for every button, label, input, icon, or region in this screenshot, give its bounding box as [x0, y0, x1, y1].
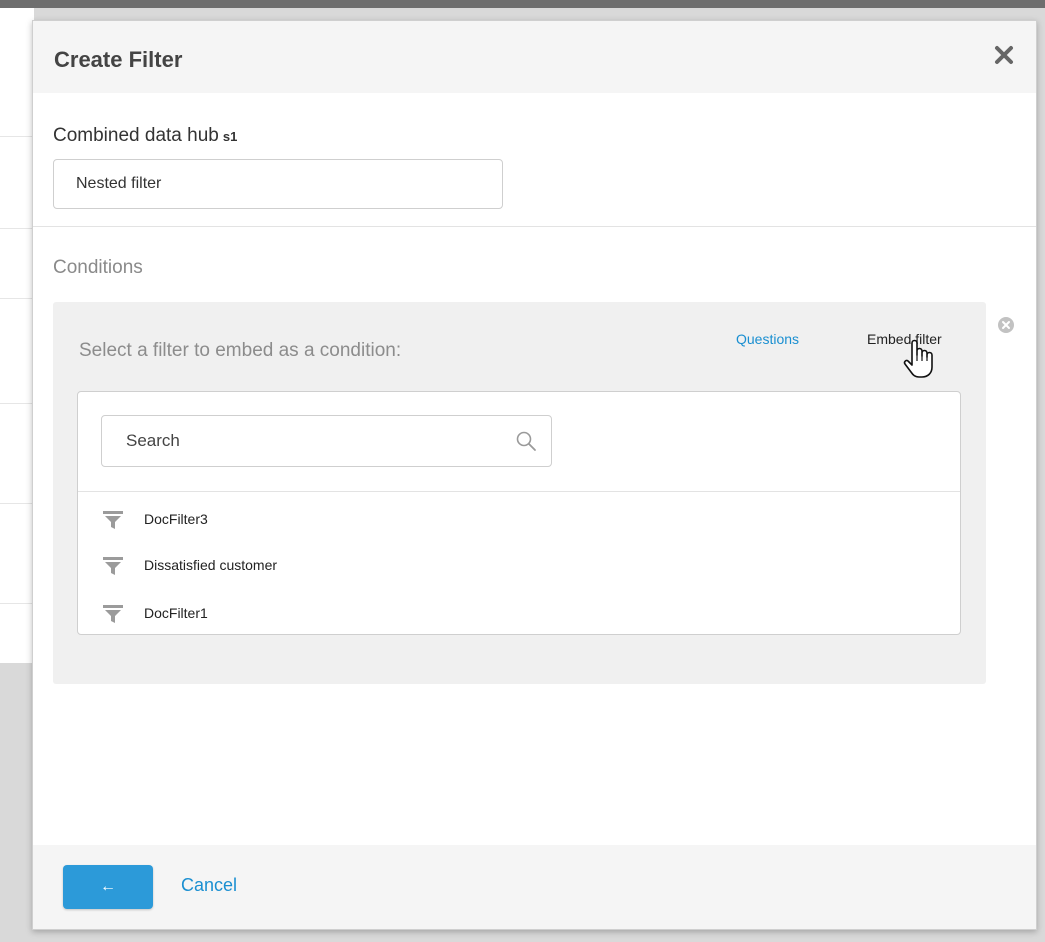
background-row-divider: [0, 136, 34, 137]
filter-list-item[interactable]: DocFilter1: [78, 592, 960, 632]
background-list: [0, 8, 34, 663]
search-placeholder: Search: [126, 431, 180, 450]
filter-funnel-icon: [102, 510, 124, 530]
hub-label: Combined data hub s1: [53, 125, 237, 147]
arrow-left-icon: ←: [100, 878, 116, 895]
condition-panel: Select a filter to embed as a condition:…: [53, 302, 986, 684]
filter-label: DocFilter3: [144, 511, 208, 527]
tab-questions[interactable]: Questions: [736, 331, 799, 347]
list-separator: [78, 491, 960, 492]
search-input[interactable]: Search: [101, 415, 552, 467]
create-filter-modal: Create Filter Combined data hubs1 Condit…: [32, 20, 1037, 930]
background-row-divider: [0, 503, 34, 504]
filter-label: Dissatisfied customer: [144, 557, 278, 573]
hub-label-sub: s1: [222, 129, 238, 144]
remove-condition-icon[interactable]: [997, 316, 1015, 334]
modal-footer: ← Cancel: [33, 845, 1036, 929]
search-icon: [515, 430, 537, 452]
hand-cursor-icon: [901, 337, 937, 379]
condition-prompt: Select a filter to embed as a condition:: [79, 340, 402, 361]
modal-header: Create Filter: [33, 21, 1036, 93]
background-row-divider: [0, 298, 34, 299]
filter-funnel-icon: [102, 604, 124, 624]
close-icon[interactable]: [992, 43, 1016, 67]
modal-title: Create Filter: [54, 47, 183, 72]
filter-list-item[interactable]: Dissatisfied customer: [78, 544, 960, 584]
conditions-label: Conditions: [53, 257, 143, 278]
background-row-divider: [0, 603, 34, 604]
filter-funnel-icon: [102, 556, 124, 576]
filter-list-item[interactable]: DocFilter3: [78, 498, 960, 538]
hub-label-text: Combined data hub: [53, 125, 219, 146]
section-divider: [33, 226, 1036, 227]
background-row-divider: [0, 228, 34, 229]
cancel-button[interactable]: Cancel: [181, 875, 237, 896]
filter-label: DocFilter1: [144, 605, 208, 621]
back-button[interactable]: ←: [63, 865, 153, 909]
background-topbar: [0, 0, 1045, 8]
background-row-divider: [0, 403, 34, 404]
filter-name-input[interactable]: [53, 159, 503, 209]
filter-list-box: Search DocFilter3 Dissatisfied customer …: [77, 391, 961, 635]
